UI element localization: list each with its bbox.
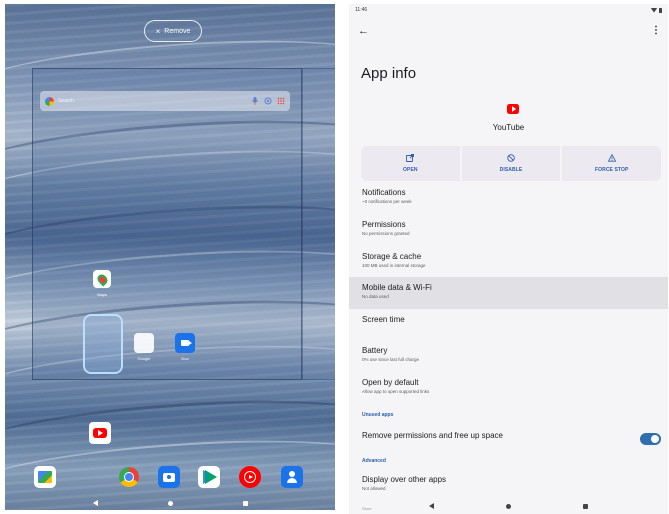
- google-g-icon: [45, 96, 54, 106]
- row-title: Remove permissions and free up space: [362, 431, 503, 440]
- youtube-play-icon: [93, 428, 107, 438]
- next-home-screen-page[interactable]: [302, 68, 335, 380]
- unused-apps-header: Unused apps: [362, 412, 394, 418]
- disable-button-label: DISABLE: [499, 167, 523, 173]
- search-widget[interactable]: Search: [40, 91, 290, 111]
- close-icon: ×: [155, 26, 161, 36]
- row-subtitle: 0% use since last full charge: [362, 357, 420, 362]
- youtube-app-icon-dragging[interactable]: [89, 422, 111, 444]
- navigation-bar: [5, 496, 335, 510]
- wifi-icon: [651, 7, 657, 13]
- app-info-screen: 11:46 ← ⋮ App info YouTube OPEN DISABLE: [349, 4, 668, 514]
- mic-icon[interactable]: [250, 97, 259, 106]
- video-camera-icon: [181, 340, 192, 346]
- lens-icon[interactable]: [263, 97, 272, 106]
- google-folder-icon[interactable]: [134, 333, 154, 353]
- force-stop-button-label: FORCE STOP: [594, 167, 629, 173]
- search-placeholder: Search: [58, 98, 74, 104]
- row-title: Battery: [362, 346, 388, 355]
- open-in-new-icon: [406, 154, 415, 164]
- back-icon[interactable]: [429, 503, 434, 509]
- drop-target-highlight: [83, 314, 123, 374]
- apps-grid-icon[interactable]: [276, 97, 285, 106]
- home-icon[interactable]: [506, 503, 511, 509]
- map-pin-icon: [94, 271, 110, 287]
- remove-permissions-toggle[interactable]: [640, 433, 661, 445]
- permissions-row[interactable]: Permissions No permissions granted: [349, 220, 668, 244]
- duo-app-icon[interactable]: [175, 333, 195, 353]
- youtube-app-icon: [507, 104, 519, 114]
- row-subtitle: 100 MB used in internal storage: [362, 263, 426, 268]
- gallery-go-icon[interactable]: [34, 466, 56, 488]
- maps-app-label: Maps: [97, 292, 107, 297]
- top-app-bar: ← ⋮: [349, 22, 668, 42]
- row-subtitle: No permissions granted: [362, 231, 410, 236]
- more-vert-icon[interactable]: ⋮: [651, 25, 661, 36]
- open-button-label: OPEN: [403, 167, 418, 173]
- duo-app-label: Duo: [181, 356, 189, 361]
- open-by-default-row[interactable]: Open by default Allow app to open suppor…: [349, 378, 668, 402]
- store-row-peek: Store: [362, 506, 372, 511]
- camera-icon[interactable]: [158, 466, 180, 488]
- notifications-row[interactable]: Notifications ~0 notifications per week: [349, 188, 668, 212]
- remove-permissions-row[interactable]: Remove permissions and free up space: [349, 431, 668, 447]
- screen-time-row[interactable]: Screen time: [349, 315, 668, 331]
- block-icon: [507, 154, 515, 164]
- back-arrow-icon[interactable]: ←: [358, 25, 369, 37]
- remove-drop-button[interactable]: × Remove: [144, 20, 202, 42]
- status-icons: [651, 7, 662, 13]
- row-title: Open by default: [362, 378, 419, 387]
- row-title: Notifications: [362, 188, 406, 197]
- display-over-other-apps-row[interactable]: Display over other apps Not allowed: [349, 475, 668, 499]
- storage-cache-row[interactable]: Storage & cache 100 MB used in internal …: [349, 252, 668, 276]
- maps-app-icon[interactable]: [93, 270, 111, 288]
- battery-icon: [659, 7, 662, 13]
- disable-button[interactable]: DISABLE: [461, 146, 561, 181]
- home-icon[interactable]: [167, 500, 173, 506]
- google-folder-label: Google: [137, 356, 151, 361]
- chrome-icon[interactable]: [118, 466, 140, 488]
- row-title: Permissions: [362, 220, 406, 229]
- row-subtitle: Allow app to open supported links: [362, 389, 430, 394]
- row-title: Display over other apps: [362, 475, 447, 484]
- mobile-data-wifi-row[interactable]: Mobile data & Wi-Fi No data used: [349, 277, 668, 309]
- launcher-screen: × Remove Search Maps Google Duo: [5, 4, 335, 510]
- back-icon[interactable]: [92, 500, 98, 506]
- remove-label: Remove: [164, 27, 191, 35]
- play-store-icon[interactable]: [198, 466, 220, 488]
- battery-row[interactable]: Battery 0% use since last full charge: [349, 346, 668, 370]
- navigation-bar: Store: [349, 498, 668, 514]
- row-subtitle: Not allowed: [362, 486, 386, 491]
- warning-icon: [607, 153, 616, 164]
- app-name: YouTube: [492, 123, 525, 132]
- row-subtitle: ~0 notifications per week: [362, 199, 412, 204]
- youtube-music-icon[interactable]: [239, 466, 261, 488]
- status-bar: 11:46: [349, 4, 668, 16]
- force-stop-button[interactable]: FORCE STOP: [562, 146, 662, 181]
- status-time: 11:46: [355, 7, 368, 13]
- advanced-header: Advanced: [362, 458, 386, 464]
- open-button[interactable]: OPEN: [361, 146, 460, 181]
- row-title: Mobile data & Wi-Fi: [362, 283, 432, 292]
- row-subtitle: No data used: [362, 294, 389, 299]
- contacts-icon[interactable]: [281, 466, 303, 488]
- recents-icon[interactable]: [242, 500, 248, 506]
- page-title: App info: [361, 65, 417, 82]
- row-title: Storage & cache: [362, 252, 422, 261]
- home-screen-page[interactable]: [32, 68, 302, 380]
- action-buttons: OPEN DISABLE FORCE STOP: [361, 146, 662, 181]
- row-title: Screen time: [362, 315, 405, 324]
- recents-icon[interactable]: [583, 503, 588, 509]
